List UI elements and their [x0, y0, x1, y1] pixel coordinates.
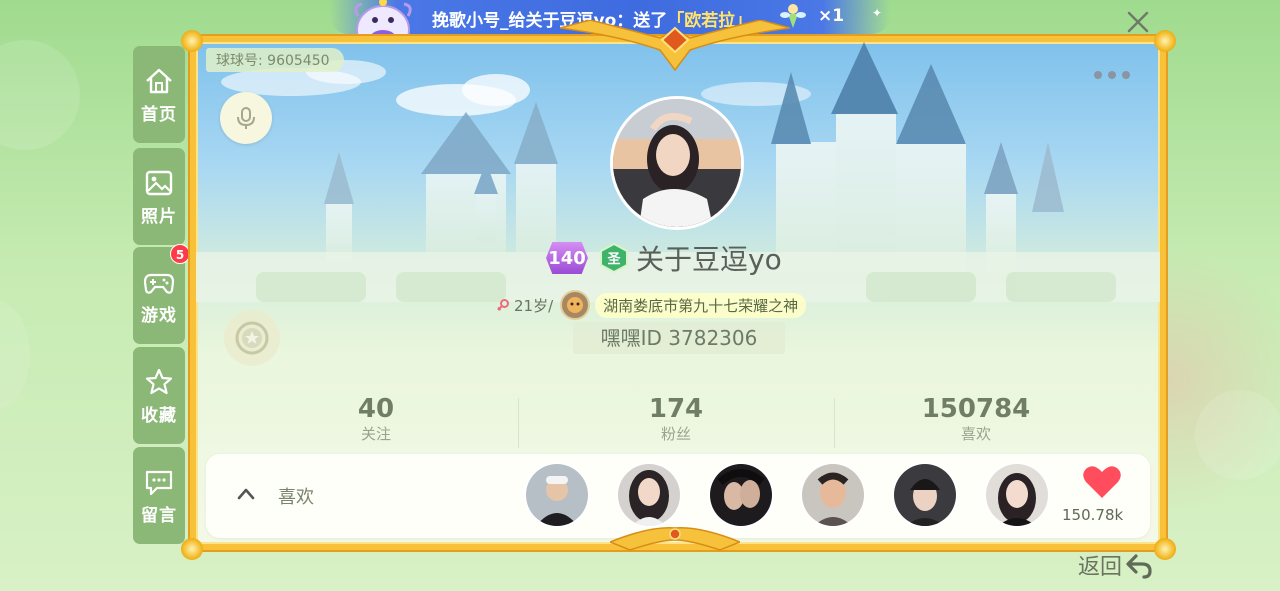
liker-avatar[interactable]	[616, 462, 682, 528]
banner-sender: 挽歌小号	[432, 11, 500, 31]
nav-label: 照片	[141, 206, 177, 227]
bg-decoration	[0, 40, 80, 150]
nav-item-favorites[interactable]: 收藏	[133, 347, 185, 444]
rank-shield-icon	[560, 290, 591, 320]
heart-icon[interactable]	[1082, 464, 1122, 500]
stat-following[interactable]: 40 关注	[266, 394, 486, 444]
stat-likes[interactable]: 150784 喜欢	[866, 394, 1086, 444]
profile-subinfo: 21岁/ 湖南娄底市第九十七荣耀之神	[496, 290, 807, 320]
stat-label: 关注	[360, 425, 391, 443]
nav-label: 游戏	[141, 305, 177, 326]
avatar-portrait	[613, 99, 741, 227]
games-notification-badge: 5	[170, 244, 190, 264]
stats-row: 40 关注 174 粉丝 150784 喜欢	[196, 394, 1160, 450]
gift-multiplier: ×1	[818, 6, 845, 26]
microphone-icon	[237, 107, 255, 129]
back-label: 返回	[1078, 555, 1123, 580]
frame-bottom-decoration	[610, 527, 740, 551]
message-icon	[145, 470, 173, 495]
heihei-id: 嘿嘿ID 3782306	[573, 322, 785, 354]
stat-label: 喜欢	[960, 425, 991, 443]
female-icon	[497, 299, 509, 311]
more-options-icon[interactable]	[1092, 68, 1132, 82]
nav-item-home[interactable]: 首页	[133, 46, 185, 143]
frame-crest-decoration	[560, 20, 790, 72]
divider	[518, 398, 519, 448]
back-button[interactable]: 返回	[1078, 549, 1154, 581]
nav-label: 留言	[141, 505, 177, 526]
stat-label: 粉丝	[660, 425, 691, 443]
frame-corner-gem	[181, 30, 203, 52]
stat-value: 40	[357, 394, 395, 424]
stat-value: 150784	[921, 394, 1031, 424]
profile-card: 球球号: 9605450 140 圣 关于豆逗yo 21岁/ 湖南娄底市第九十七…	[190, 36, 1166, 550]
frame-corner-gem	[181, 538, 203, 560]
star-icon	[145, 368, 173, 394]
level-badge: 140	[546, 242, 588, 274]
home-icon	[146, 68, 172, 93]
divider	[834, 398, 835, 448]
nav-item-messages[interactable]: 留言	[133, 447, 185, 544]
svg-text:圣: 圣	[607, 252, 621, 267]
nav-label: 首页	[141, 104, 177, 125]
like-count: 150.78k	[1062, 506, 1124, 524]
qiuqiu-id-tag: 球球号: 9605450	[206, 48, 344, 72]
honor-title: 湖南娄底市第九十七荣耀之神	[595, 292, 807, 318]
stat-value: 174	[648, 394, 704, 424]
bg-decoration	[1195, 390, 1280, 480]
chevron-up-icon[interactable]	[236, 484, 256, 504]
gamepad-icon	[143, 273, 175, 294]
back-arrow-icon	[1126, 554, 1152, 579]
bg-decoration	[0, 300, 30, 410]
sparkle-icon: ✦	[872, 6, 883, 20]
liker-avatar[interactable]	[892, 462, 958, 528]
medal-icon	[235, 321, 269, 355]
rank-badge-icon: 圣	[600, 242, 628, 274]
nav-item-photos[interactable]: 照片	[133, 148, 185, 245]
nav-label: 收藏	[141, 405, 177, 426]
likes-label: 喜欢	[278, 487, 314, 508]
liker-avatar[interactable]	[708, 462, 774, 528]
stat-fans[interactable]: 174 粉丝	[566, 394, 786, 444]
profile-avatar[interactable]	[610, 96, 744, 230]
liker-avatar[interactable]	[524, 462, 590, 528]
frame-corner-gem	[1154, 30, 1176, 52]
voice-intro-button[interactable]	[220, 92, 272, 144]
close-icon[interactable]	[1124, 8, 1152, 36]
name-row: 140 圣 关于豆逗yo	[546, 238, 782, 278]
profile-name: 关于豆逗yo	[636, 243, 782, 276]
photo-icon	[145, 170, 173, 195]
liker-avatar[interactable]	[800, 462, 866, 528]
medal-button[interactable]	[224, 310, 280, 366]
frame-corner-gem	[1154, 538, 1176, 560]
profile-age: 21岁/	[514, 296, 554, 315]
liker-avatar[interactable]	[984, 462, 1050, 528]
